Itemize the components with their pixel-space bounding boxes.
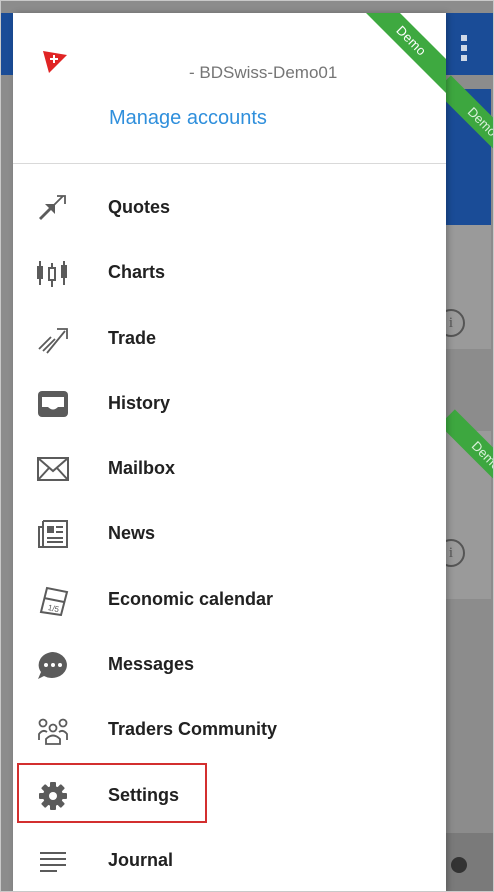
menu-item-quotes[interactable]: Quotes xyxy=(13,175,446,240)
calendar-icon: 1/5 xyxy=(39,586,69,616)
community-icon xyxy=(38,718,68,746)
overflow-menu-icon[interactable] xyxy=(461,35,467,65)
account-name: - BDSwiss-Demo01 xyxy=(189,63,338,82)
menu-item-traders-community[interactable]: Traders Community xyxy=(13,697,446,762)
menu-item-label: News xyxy=(108,523,156,544)
demo-badge-background: Demo xyxy=(439,409,493,503)
navigation-drawer: Demo - BDSwiss-Demo01 Manage accounts Qu… xyxy=(13,13,446,891)
menu-item-label: Journal xyxy=(108,849,174,870)
menu-item-label: Traders Community xyxy=(108,719,278,740)
menu-item-history[interactable]: History xyxy=(13,371,446,436)
menu-item-label: Quotes xyxy=(108,197,171,217)
quotes-icon xyxy=(39,195,66,220)
bottom-bar-icon[interactable] xyxy=(451,857,467,873)
menu-item-label: Messages xyxy=(108,654,195,675)
menu-item-label: History xyxy=(108,392,171,413)
menu-item-economic-calendar[interactable]: 1/5 Economic calendar xyxy=(13,567,446,632)
menu-item-label: Trade xyxy=(108,327,157,348)
menu-item-charts[interactable]: Charts xyxy=(13,240,446,305)
journal-icon xyxy=(40,851,66,872)
manage-accounts-link[interactable]: Manage accounts xyxy=(109,107,267,130)
menu-item-journal[interactable]: Journal xyxy=(13,828,446,891)
charts-icon xyxy=(37,261,67,288)
trade-icon xyxy=(38,327,68,354)
screen-frame: Demo i Demo i Demo - BDSwiss-Demo01 Mana… xyxy=(0,0,494,892)
menu-item-label: Charts xyxy=(108,262,166,283)
menu-item-label: Mailbox xyxy=(108,458,176,479)
menu-item-messages[interactable]: Messages xyxy=(13,632,446,697)
background-bottom-bar xyxy=(446,833,493,891)
messages-icon xyxy=(38,652,67,680)
menu-item-trade[interactable]: Trade xyxy=(13,306,446,371)
history-icon xyxy=(38,390,68,417)
demo-badge: Demo xyxy=(356,13,446,96)
menu-item-label: Economic calendar xyxy=(108,588,274,609)
settings-highlight-box xyxy=(17,763,207,823)
news-icon xyxy=(38,520,68,549)
menu-item-news[interactable]: News xyxy=(13,501,446,566)
divider xyxy=(13,163,446,164)
bdswiss-logo xyxy=(43,51,67,73)
mailbox-icon xyxy=(37,457,69,482)
menu-item-mailbox[interactable]: Mailbox xyxy=(13,436,446,501)
